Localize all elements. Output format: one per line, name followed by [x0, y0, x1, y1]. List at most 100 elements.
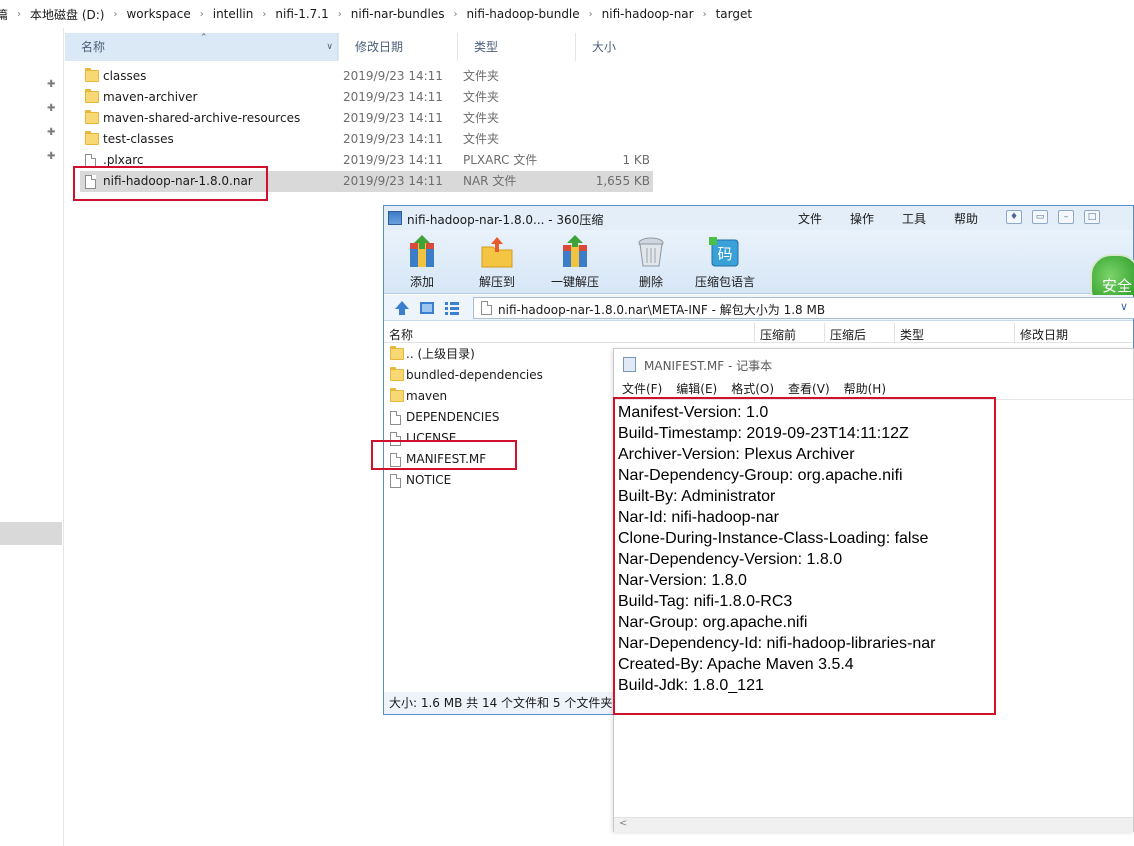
- zip-column-type[interactable]: 类型: [900, 326, 924, 343]
- notepad-menu-edit[interactable]: 编辑(E): [676, 379, 717, 399]
- horizontal-scrollbar[interactable]: <: [614, 817, 1133, 832]
- pin-icon[interactable]: ✚: [47, 80, 57, 90]
- zip-list-item[interactable]: DEPENDENCIES: [384, 407, 614, 428]
- file-row[interactable]: test-classes 2019/9/23 14:11 文件夹: [80, 129, 653, 150]
- file-row[interactable]: maven-archiver 2019/9/23 14:11 文件夹: [80, 87, 653, 108]
- zip-list-item[interactable]: maven: [384, 386, 614, 407]
- pin-icon[interactable]: ✚: [47, 152, 57, 162]
- navigation-pane[interactable]: ✚ ✚ ✚ ✚: [0, 28, 64, 846]
- notepad-menu-bar: 文件(F) 编辑(E) 格式(O) 查看(V) 帮助(H): [614, 379, 1133, 399]
- list-view-icon[interactable]: [444, 300, 460, 316]
- breadcrumb-item[interactable]: nifi-1.7.1: [268, 7, 335, 21]
- manifest-line: Archiver-Version: Plexus Archiver: [618, 446, 855, 463]
- file-row[interactable]: maven-shared-archive-resources 2019/9/23…: [80, 108, 653, 129]
- zip-path-field[interactable]: nifi-hadoop-nar-1.8.0.nar\META-INF - 解包大…: [473, 297, 1134, 319]
- manifest-line: Built-By: Administrator: [618, 488, 776, 505]
- breadcrumb-item[interactable]: 篇: [0, 6, 15, 23]
- minimize-icon[interactable]: –: [1058, 210, 1074, 224]
- skin-icon[interactable]: ♦: [1006, 210, 1022, 224]
- file-icon: [390, 432, 401, 446]
- notepad-menu-view[interactable]: 查看(V): [788, 379, 830, 399]
- zip-list-item-manifest[interactable]: MANIFEST.MF: [384, 449, 614, 470]
- notepad-text-area[interactable]: Manifest-Version: 1.0 Build-Timestamp: 2…: [614, 399, 1133, 817]
- breadcrumb-item[interactable]: 本地磁盘 (D:): [23, 6, 111, 23]
- zip-menu-operate[interactable]: 操作: [850, 210, 902, 227]
- one-click-extract-button[interactable]: 一键解压: [551, 235, 599, 290]
- zip-menu-file[interactable]: 文件: [798, 210, 850, 227]
- notepad-titlebar[interactable]: MANIFEST.MF - 记事本: [614, 349, 1133, 379]
- feedback-icon[interactable]: ▭: [1032, 210, 1048, 224]
- column-size[interactable]: 大小: [575, 33, 653, 61]
- add-button[interactable]: 添加: [404, 235, 440, 290]
- zip-list-item[interactable]: LICENSE: [384, 428, 614, 449]
- chevron-down-icon[interactable]: ∨: [326, 33, 333, 61]
- address-breadcrumb[interactable]: 篇 › 本地磁盘 (D:) › workspace › intellin › nifi-…: [0, 0, 1134, 28]
- zip-menu-tools[interactable]: 工具: [902, 210, 954, 227]
- file-row[interactable]: .plxarc 2019/9/23 14:11 PLXARC 文件 1 KB: [80, 150, 653, 171]
- manifest-line: Nar-Dependency-Id: nifi-hadoop-libraries…: [618, 635, 936, 652]
- zip-titlebar[interactable]: nifi-hadoop-nar-1.8.0... - 360压缩 文件 操作 工…: [384, 206, 1133, 230]
- column-divider: [824, 323, 825, 343]
- nav-selected-item[interactable]: [0, 522, 62, 545]
- thumbnail-view-icon[interactable]: [419, 300, 435, 316]
- breadcrumb-item[interactable]: target: [709, 7, 760, 21]
- manifest-line: Build-Tag: nifi-1.8.0-RC3: [618, 593, 793, 610]
- column-type[interactable]: 类型: [457, 33, 575, 61]
- chevron-down-icon[interactable]: ∨: [1120, 300, 1128, 313]
- zip-column-packed[interactable]: 压缩前: [760, 326, 796, 343]
- breadcrumb-item[interactable]: workspace: [119, 7, 197, 21]
- notepad-menu-help[interactable]: 帮助(H): [844, 379, 886, 399]
- archive-icon: [388, 211, 402, 225]
- up-arrow-icon[interactable]: [394, 300, 410, 316]
- zip-menu-bar: 文件 操作 工具 帮助: [798, 210, 1006, 227]
- notepad-menu-file[interactable]: 文件(F): [622, 379, 662, 399]
- breadcrumb-item[interactable]: nifi-hadoop-bundle: [459, 7, 586, 21]
- zip-toolbar: 添加 解压到 一键解压 删除 码 压缩包语言 安全: [384, 230, 1134, 314]
- chevron-right-icon: ›: [199, 8, 204, 20]
- file-row-selected[interactable]: nifi-hadoop-nar-1.8.0.nar 2019/9/23 14:1…: [80, 171, 653, 192]
- file-icon: [85, 154, 96, 168]
- zip-menu-help[interactable]: 帮助: [954, 210, 1006, 227]
- zip-window-title: nifi-hadoop-nar-1.8.0... - 360压缩: [407, 213, 604, 227]
- zip-address-bar: nifi-hadoop-nar-1.8.0.nar\META-INF - 解包大…: [384, 295, 1134, 321]
- column-divider: [894, 323, 895, 343]
- manifest-line: Nar-Version: 1.8.0: [618, 572, 747, 589]
- manifest-line: Manifest-Version: 1.0: [618, 404, 769, 421]
- manifest-line: Clone-During-Instance-Class-Loading: fal…: [618, 530, 929, 547]
- folder-icon: [85, 68, 99, 82]
- zip-status-bar: 大小: 1.6 MB 共 14 个文件和 5 个文件夹: [384, 692, 624, 714]
- chevron-right-icon: ›: [337, 8, 342, 20]
- manifest-line: Nar-Dependency-Version: 1.8.0: [618, 551, 843, 568]
- breadcrumb-item[interactable]: nifi-nar-bundles: [344, 7, 452, 21]
- extract-to-button[interactable]: 解压到: [479, 235, 515, 290]
- pin-icon[interactable]: ✚: [47, 128, 57, 138]
- chevron-left-icon[interactable]: <: [619, 818, 627, 829]
- maximize-icon[interactable]: □: [1084, 210, 1100, 224]
- chevron-right-icon: ›: [453, 8, 458, 20]
- file-icon: [390, 411, 401, 425]
- zip-list-item[interactable]: .. (上级目录): [384, 344, 614, 365]
- chevron-right-icon: ›: [17, 8, 22, 20]
- folder-icon: [390, 388, 404, 402]
- zip-column-modified[interactable]: 修改日期: [1020, 326, 1068, 343]
- zip-column-compressed[interactable]: 压缩后: [830, 326, 866, 343]
- manifest-line: Nar-Group: org.apache.nifi: [618, 614, 808, 631]
- notepad-menu-format[interactable]: 格式(O): [731, 379, 774, 399]
- pin-icon[interactable]: ✚: [47, 104, 57, 114]
- folder-icon: [390, 346, 404, 360]
- zip-list-item[interactable]: NOTICE: [384, 470, 614, 491]
- zip-column-name[interactable]: 名称: [389, 326, 413, 343]
- sort-ascending-icon: ⌃: [200, 33, 208, 43]
- notepad-title: MANIFEST.MF - 记事本: [644, 359, 773, 373]
- delete-button[interactable]: 删除: [633, 235, 669, 290]
- file-row[interactable]: classes 2019/9/23 14:11 文件夹: [80, 66, 653, 87]
- column-name[interactable]: ⌃ 名称 ∨: [65, 33, 338, 61]
- breadcrumb-item[interactable]: intellin: [206, 7, 261, 21]
- archive-language-button[interactable]: 码 压缩包语言: [695, 235, 755, 290]
- breadcrumb-item[interactable]: nifi-hadoop-nar: [595, 7, 701, 21]
- column-date[interactable]: 修改日期: [338, 33, 457, 61]
- manifest-line: Created-By: Apache Maven 3.5.4: [618, 656, 854, 673]
- manifest-line: Build-Timestamp: 2019-09-23T14:11:12Z: [618, 425, 909, 442]
- svg-text:码: 码: [717, 245, 732, 263]
- zip-list-item[interactable]: bundled-dependencies: [384, 365, 614, 386]
